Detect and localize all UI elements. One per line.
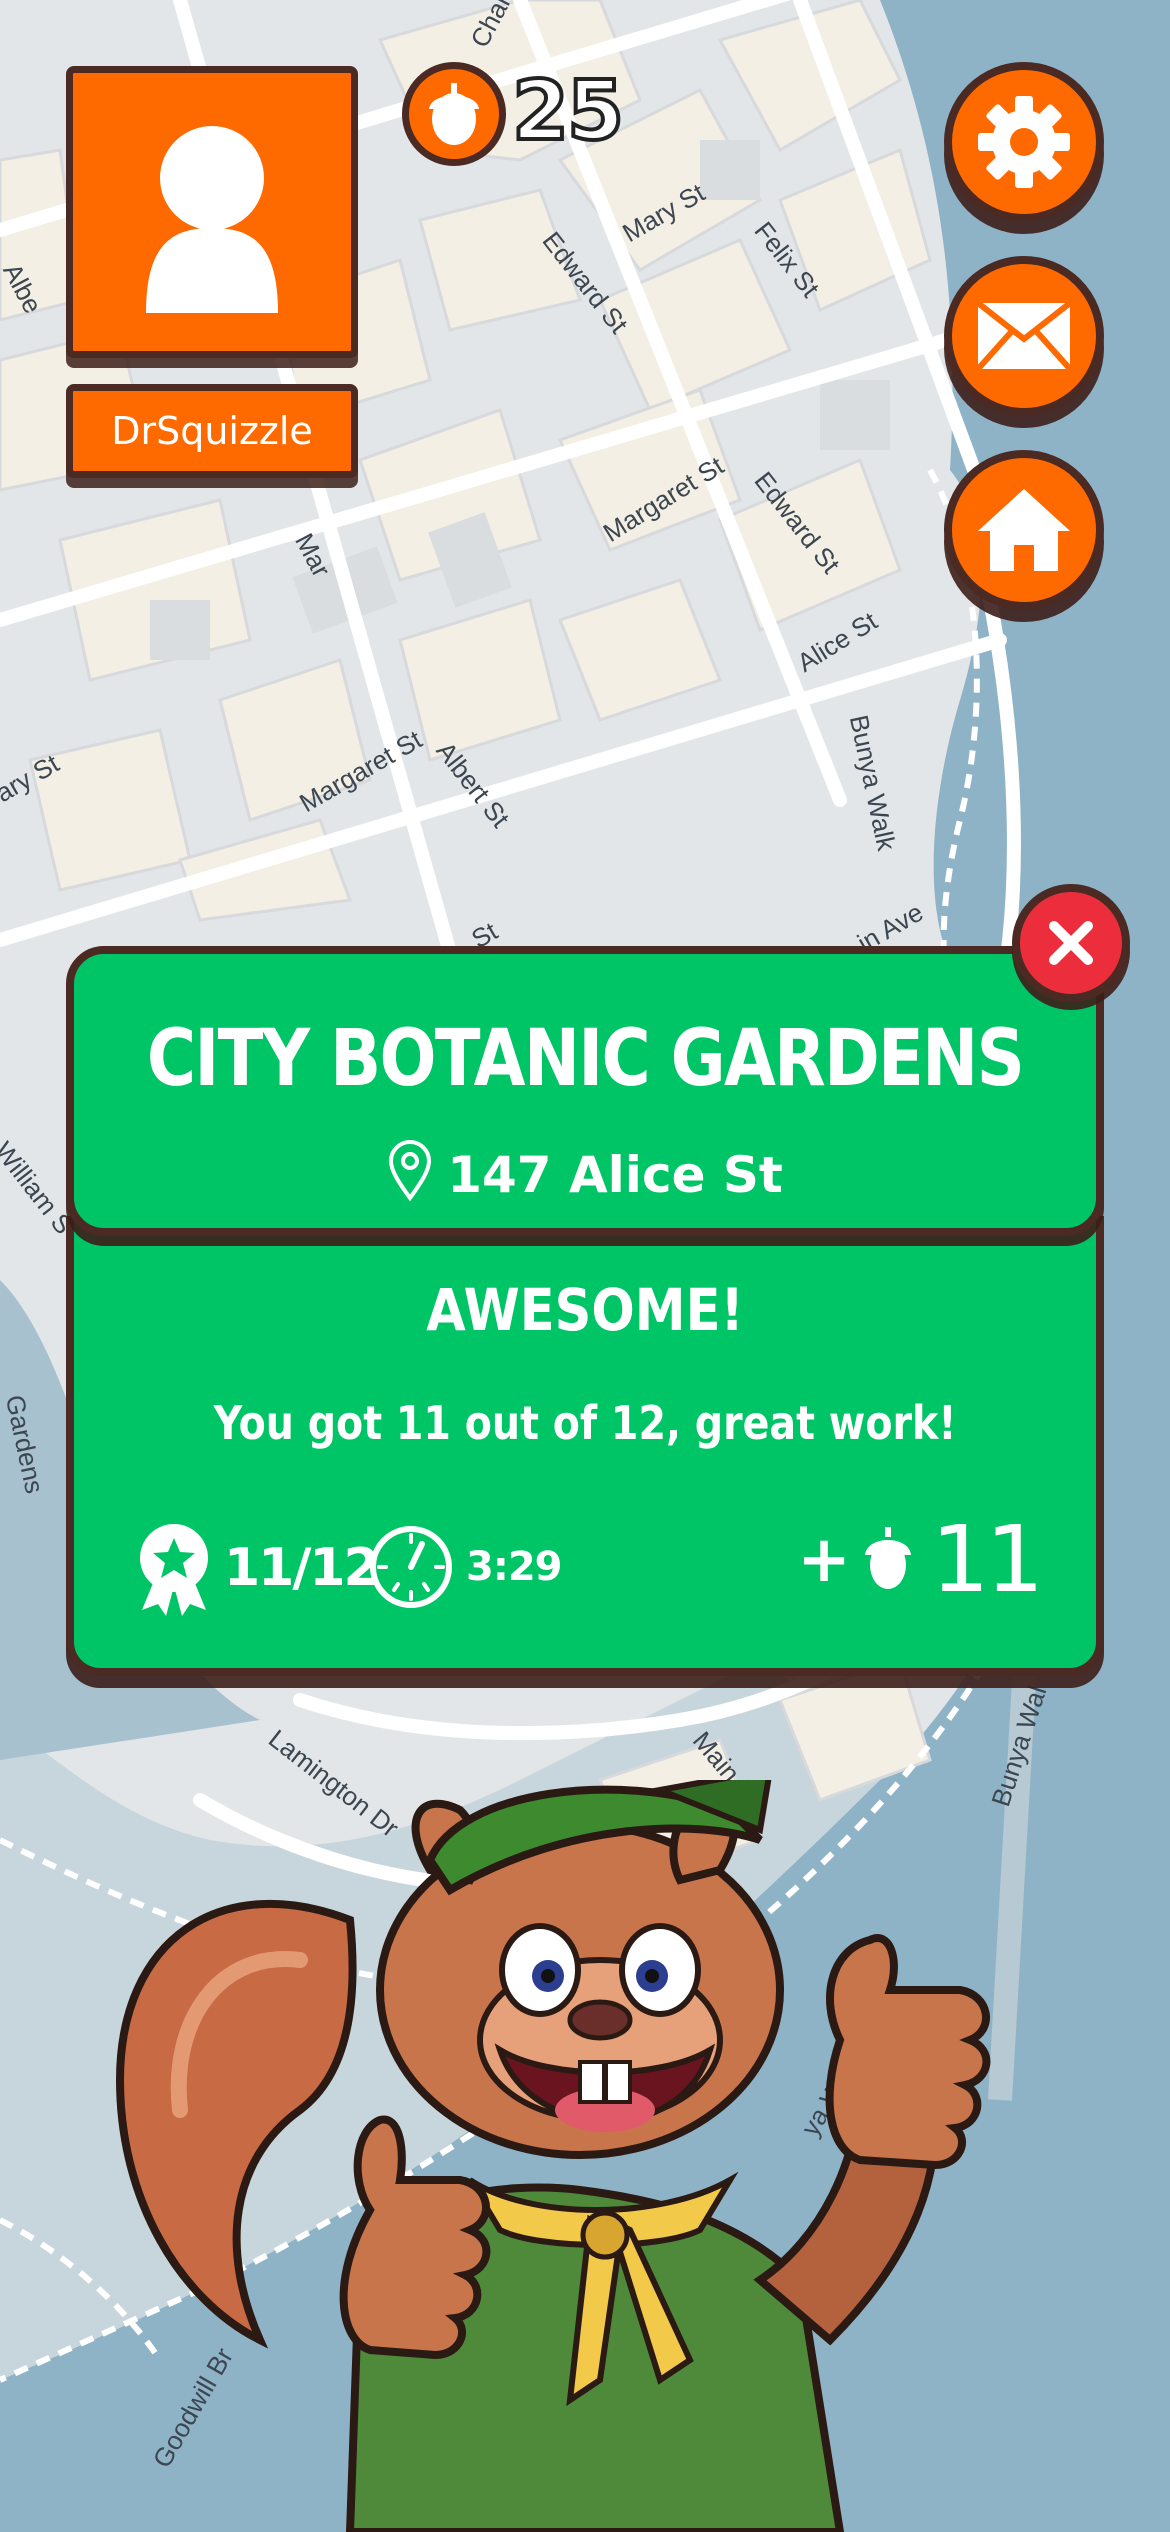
- reward-plus-sign: +: [797, 1522, 851, 1597]
- time-value: 3:29: [466, 1544, 562, 1590]
- close-icon: [1049, 921, 1093, 965]
- house-icon: [978, 489, 1070, 571]
- user-silhouette-icon: [146, 126, 278, 313]
- location-card-header: CITY BOTANIC GARDENS 147 Alice St: [66, 946, 1104, 1236]
- map-pin-icon: [389, 1140, 432, 1202]
- settings-button[interactable]: [944, 62, 1104, 222]
- location-address: 147 Alice St: [74, 1140, 1096, 1204]
- acorn-reward: + 11: [797, 1506, 1044, 1613]
- address-text: 147 Alice St: [447, 1146, 783, 1204]
- envelope-icon: [976, 301, 1072, 371]
- squirrel-mascot: [115, 1780, 991, 2532]
- award-ribbon-icon: [140, 1524, 208, 1616]
- location-name: CITY BOTANIC GARDENS: [146, 1014, 1025, 1104]
- acorn-icon: [429, 83, 479, 145]
- score-value: 11/12: [224, 1538, 380, 1598]
- acorn-count: 25: [510, 62, 626, 161]
- acorn-icon: [864, 1526, 911, 1589]
- acorn-currency-badge: [402, 62, 506, 166]
- result-message: You got 11 out of 12, great work!: [213, 1396, 957, 1450]
- messages-button[interactable]: [944, 256, 1104, 416]
- time-stat: 3:29: [366, 1522, 562, 1612]
- player-avatar-button[interactable]: [66, 66, 358, 358]
- gear-icon: [978, 96, 1070, 188]
- reward-amount: 11: [930, 1506, 1044, 1613]
- result-headline: AWESOME!: [426, 1276, 744, 1344]
- score-stat: 11/12: [130, 1520, 380, 1616]
- home-button[interactable]: [944, 450, 1104, 610]
- player-username[interactable]: DrSquizzle: [66, 384, 358, 478]
- result-card-body: AWESOME! You got 11 out of 12, great wor…: [66, 1216, 1104, 1676]
- stopwatch-icon: [370, 1526, 452, 1608]
- close-button[interactable]: [1012, 884, 1130, 1002]
